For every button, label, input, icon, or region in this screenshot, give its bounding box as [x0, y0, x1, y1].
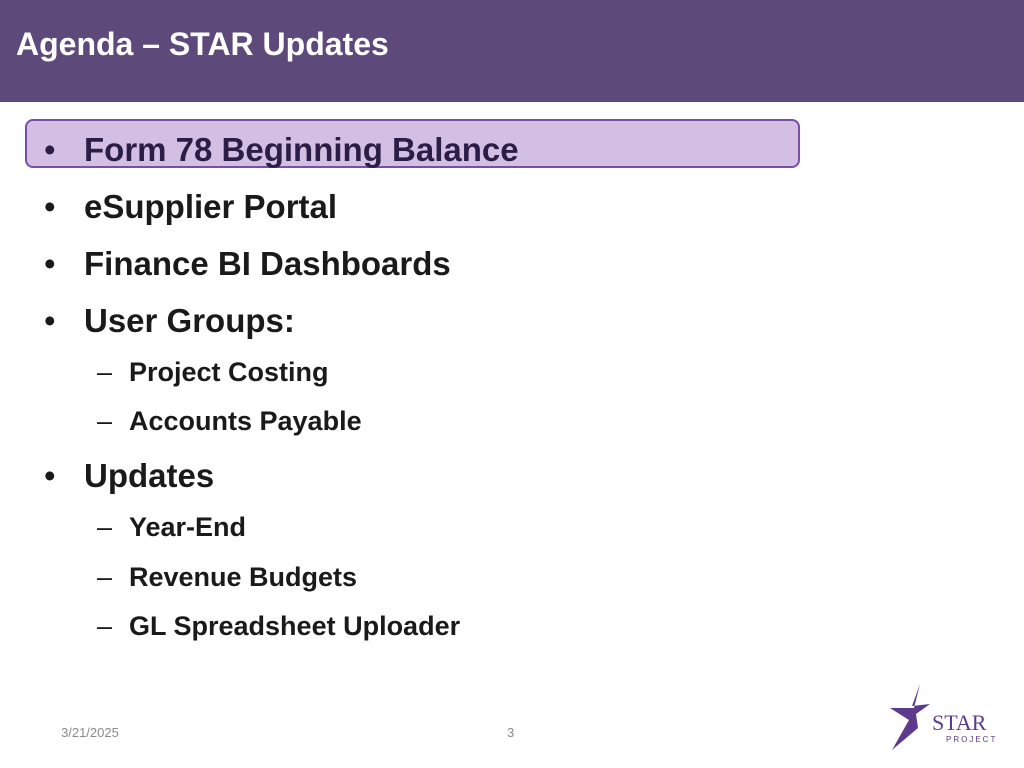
dash-marker: – — [97, 562, 113, 592]
logo-text: STAR — [932, 710, 987, 735]
agenda-subitem-label: Revenue Budgets — [129, 562, 358, 592]
dash-marker: – — [97, 357, 113, 387]
bullet-marker: • — [44, 245, 56, 282]
dash-marker: – — [97, 512, 113, 542]
agenda-subitem-label: GL Spreadsheet Uploader — [129, 611, 461, 641]
bullet-marker: • — [44, 457, 56, 494]
agenda-item-label: Form 78 Beginning Balance — [84, 131, 519, 168]
bullet-marker: • — [44, 131, 56, 168]
agenda-list: • Form 78 Beginning Balance • eSupplier … — [0, 0, 1024, 768]
agenda-item-label: Finance BI Dashboards — [84, 245, 451, 282]
agenda-item-label: eSupplier Portal — [84, 188, 338, 225]
logo-subtext: PROJECT — [946, 735, 997, 744]
agenda-subitem-label: Accounts Payable — [129, 406, 362, 436]
slide-date: 3/21/2025 — [61, 725, 119, 740]
star-logo-shape — [890, 684, 930, 750]
dash-marker: – — [97, 611, 113, 641]
bullet-marker: • — [44, 188, 56, 225]
agenda-item-label: User Groups: — [84, 302, 295, 339]
slide-page-number: 3 — [507, 725, 515, 740]
agenda-item-label: Updates — [84, 457, 215, 494]
agenda-subitem-label: Year-End — [129, 512, 247, 542]
agenda-subitem-label: Project Costing — [129, 357, 329, 387]
star-logo-icon: STAR PROJECT — [890, 684, 997, 750]
dash-marker: – — [97, 406, 113, 436]
bullet-marker: • — [44, 302, 56, 339]
